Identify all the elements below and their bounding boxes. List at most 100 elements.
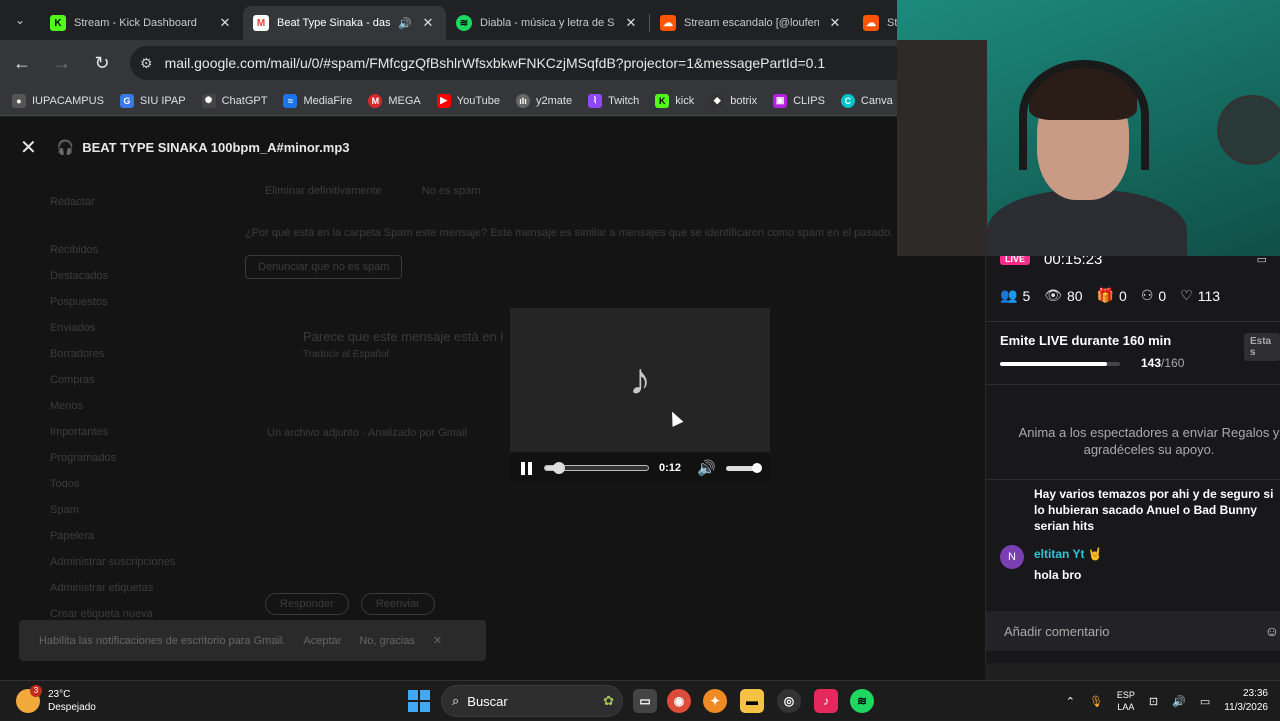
address-bar[interactable]: ⚙ mail.google.com/mail/u/0/#spam/FMfcgzQ… (130, 46, 910, 80)
bookmark-label: botrix (730, 94, 758, 107)
nav-item: Menos (50, 400, 84, 412)
battery-icon[interactable]: ▭ (1200, 695, 1210, 708)
file-explorer-icon[interactable]: ▬ (740, 689, 764, 713)
pause-button[interactable] (518, 460, 534, 476)
nav-item: Todos (50, 478, 80, 490)
network-icon[interactable]: ⊡ (1149, 695, 1158, 708)
message-actions: Eliminar definitivamente No es spam (265, 185, 480, 197)
clock-time: 23:36 (1242, 688, 1268, 699)
bookmark-botrix[interactable]: ◆ botrix (710, 93, 758, 108)
youtube-icon: ▶ (436, 93, 451, 108)
emoji-icon[interactable]: ☺ (1265, 623, 1279, 639)
volume-slider[interactable] (725, 462, 762, 473)
microphone-icon[interactable]: 🎙 (1089, 695, 1103, 708)
bookmark-clips[interactable]: ▣ CLIPS (773, 93, 825, 108)
tab-search-button[interactable]: ⌄ (0, 0, 40, 40)
seek-thumb[interactable] (553, 462, 566, 474)
bookmark-y2mate[interactable]: ılı y2mate (515, 93, 572, 108)
goal-badge: Esta s (1244, 333, 1280, 361)
speaker-icon[interactable]: 🔊 (398, 17, 412, 30)
close-tab-icon[interactable]: ✕ (420, 15, 436, 31)
clips-icon: ▣ (773, 93, 788, 108)
lang-code: ESP (1116, 690, 1135, 700)
close-tab-icon[interactable]: ✕ (623, 15, 639, 31)
tab-title: Stream escandalo [@loufend] (684, 17, 819, 29)
forward-button[interactable]: → (44, 45, 80, 81)
bookmark-siu-ipap[interactable]: G SIU IPAP (119, 93, 186, 108)
reply-button: Responder (265, 593, 349, 615)
windows-taskbar: 3 23°C Despejado ⌕ Buscar ✿ ▭ ◉ ✦ ▬ ◎ ♪ ≋… (0, 680, 1280, 720)
notification-toast: Habilita las notificaciones de escritori… (19, 620, 486, 661)
canva-icon: C (840, 93, 855, 108)
reply-actions: Responder Reenviar (265, 593, 435, 615)
tab-gmail-beat[interactable]: M Beat Type Sinaka - dastin 🔊 ✕ (243, 6, 446, 40)
close-icon[interactable]: ✕ (20, 135, 37, 160)
stat-value: 5 (1022, 287, 1031, 304)
bookmark-canva[interactable]: C Canva (840, 93, 893, 108)
nav-item: Recibidos (50, 244, 99, 256)
twitch-icon: ⌇ (588, 93, 603, 108)
chevron-up-icon[interactable]: ⌃ (1066, 695, 1075, 708)
toast-decline-button[interactable]: No, gracias (359, 635, 415, 647)
tab-title: Diabla - música y letra de Sai (480, 17, 615, 29)
close-tab-icon[interactable]: ✕ (217, 15, 233, 31)
bookmark-mega[interactable]: M MEGA (368, 93, 421, 108)
bookmark-twitch[interactable]: ⌇ Twitch (588, 93, 639, 108)
comment-input[interactable]: Añadir comentario ☺ (986, 611, 1280, 651)
bookmark-kick[interactable]: Kkick (655, 93, 694, 108)
search-highlight-icon: ✿ (603, 693, 614, 708)
site-info-icon[interactable]: ⚙ (140, 55, 153, 72)
volume-icon[interactable]: 🔊 (697, 459, 716, 477)
reload-button[interactable]: ↻ (84, 45, 120, 81)
divider (986, 321, 1280, 322)
weather-icon: 3 (16, 684, 42, 713)
bookmark-chatgpt[interactable]: ✺ ChatGPT (201, 93, 267, 108)
stat-likes: ♡ 113 (1180, 287, 1220, 304)
volume-icon[interactable]: 🔊 (1172, 695, 1186, 708)
viewer-header: ✕ 🎧 BEAT TYPE SINAKA 100bpm_A#minor.mp3 (0, 117, 985, 177)
attachment-title: 🎧 BEAT TYPE SINAKA 100bpm_A#minor.mp3 (57, 139, 350, 156)
language-indicator[interactable]: ESP LAA (1117, 689, 1135, 713)
seek-bar[interactable] (544, 462, 649, 474)
close-icon[interactable]: ✕ (433, 634, 442, 647)
bookmark-mediafire[interactable]: ≈ MediaFire (283, 93, 352, 108)
chrome-icon[interactable]: ◉ (667, 689, 691, 713)
headphones-icon: 🎧 (56, 138, 75, 155)
nav-item: Importantes (50, 426, 109, 438)
weather-temp: 23°C (48, 688, 71, 700)
username-text: eltitan Yt (1034, 547, 1085, 561)
toast-accept-button[interactable]: Aceptar (303, 635, 341, 647)
spotify-icon[interactable]: ≋ (850, 689, 874, 713)
nav-item: Destacados (50, 270, 109, 282)
back-button[interactable]: ← (4, 45, 40, 81)
clock[interactable]: 23:36 11/3/2026 (1224, 687, 1268, 715)
fl-studio-icon[interactable]: ✦ (703, 689, 727, 713)
task-view-icon[interactable]: ▭ (633, 689, 657, 713)
bookmark-iupacampus[interactable]: ● IUPACAMPUS (12, 93, 104, 108)
close-tab-icon[interactable]: ✕ (827, 15, 843, 31)
tab-spotify-diabla[interactable]: ≋ Diabla - música y letra de Sai ✕ (446, 6, 649, 40)
taskbar-search[interactable]: ⌕ Buscar ✿ (441, 685, 623, 717)
app-icon[interactable]: ◎ (777, 689, 801, 713)
iupacampus-icon: ● (12, 93, 26, 108)
heart-icon: ♡ (1180, 287, 1193, 303)
bookmark-label: SIU IPAP (139, 94, 186, 107)
stat-value: 0 (1119, 287, 1127, 304)
goal-current: 143 (1141, 356, 1162, 370)
mega-icon: M (368, 93, 383, 108)
bookmark-youtube[interactable]: ▶ YouTube (436, 93, 500, 108)
spam-notice: ¿Por qué está en la carpeta Spam este me… (245, 227, 894, 239)
delete-forever: Eliminar definitivamente (265, 185, 382, 197)
volume-thumb[interactable] (751, 462, 762, 473)
nav-item: Borradores (50, 348, 105, 360)
emoji-badge-icon: 🤘 (1087, 547, 1103, 561)
soundcloud-icon: ☁ (660, 15, 676, 31)
tiktok-icon[interactable]: ♪ (814, 689, 838, 713)
tab-kick-dashboard[interactable]: K Stream - Kick Dashboard ✕ (40, 6, 243, 40)
tab-soundcloud-stream[interactable]: ☁ Stream escandalo [@loufend] ✕ (650, 6, 853, 40)
stat-follows: ⚇ 0 (1141, 287, 1166, 304)
windows-start-icon[interactable] (408, 690, 430, 712)
weather-widget[interactable]: 3 23°C Despejado (0, 684, 200, 714)
goal-count: 143/160 (1141, 356, 1184, 370)
kick-icon: K (50, 15, 66, 31)
